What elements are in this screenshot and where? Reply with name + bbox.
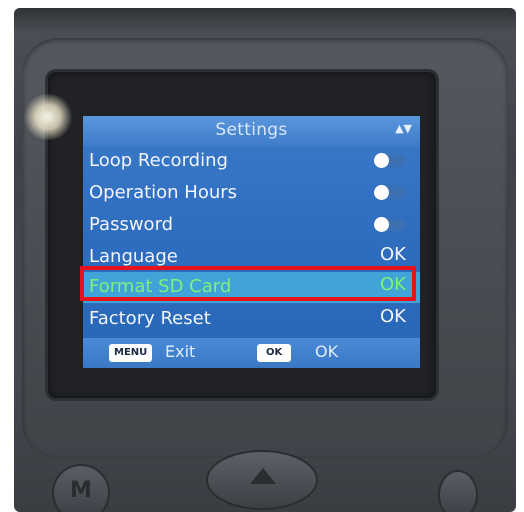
- password-toggle[interactable]: [374, 217, 406, 232]
- menu-item-label: Password: [89, 214, 174, 235]
- menu-item-password[interactable]: Password: [83, 210, 420, 241]
- up-arrow-icon: [250, 468, 276, 484]
- menu-item-operation-hours[interactable]: Operation Hours: [83, 178, 420, 209]
- ok-key-badge: OK: [257, 344, 292, 362]
- menu-item-label: Factory Reset: [89, 308, 211, 329]
- loop-recording-toggle[interactable]: [374, 153, 406, 168]
- highlight-box: [80, 266, 416, 301]
- key-hint-bar: MENU Exit OK OK: [83, 338, 420, 368]
- factory-reset-ok-value: OK: [380, 306, 406, 327]
- menu-item-label: Language: [89, 246, 178, 267]
- m-button-label: M: [70, 478, 92, 503]
- right-button[interactable]: [438, 470, 478, 512]
- menu-item-label: Loop Recording: [89, 150, 228, 171]
- menu-item-label: Operation Hours: [89, 182, 238, 203]
- toggle-knob-icon: [374, 185, 389, 200]
- menu-key-badge: MENU: [109, 344, 153, 362]
- light-glare: [22, 94, 74, 140]
- operation-hours-toggle[interactable]: [374, 185, 406, 200]
- camera-top-edge: [14, 8, 516, 30]
- lcd-screen: Settings ▲▼ Loop Recording Operation Hou…: [83, 116, 420, 368]
- up-button[interactable]: [206, 450, 318, 510]
- page-title: Settings: [215, 120, 288, 140]
- scroll-arrows-icon: ▲▼: [395, 122, 412, 135]
- settings-title-bar: Settings ▲▼: [83, 116, 420, 146]
- menu-item-factory-reset[interactable]: Factory Reset OK: [83, 304, 420, 335]
- toggle-knob-icon: [374, 217, 389, 232]
- exit-hint: Exit: [165, 342, 196, 361]
- ok-hint: OK: [315, 342, 339, 361]
- language-ok-value: OK: [380, 244, 406, 265]
- toggle-knob-icon: [374, 153, 389, 168]
- menu-item-loop-recording[interactable]: Loop Recording: [83, 146, 420, 177]
